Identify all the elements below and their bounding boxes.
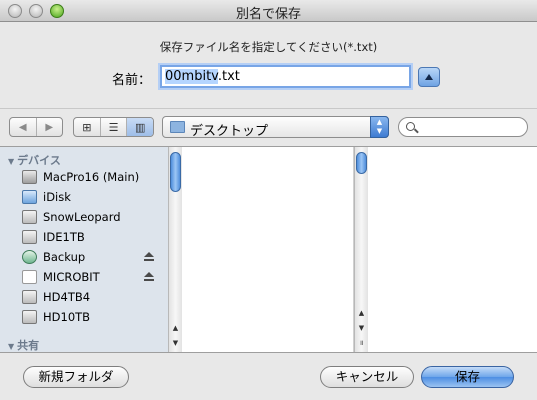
search-input[interactable] bbox=[419, 120, 519, 134]
hard-drive-icon bbox=[22, 290, 37, 304]
browser-toolbar: ◀ ▶ ⊞ ☰ ▥ デスクトップ ▲ ▼ bbox=[0, 108, 537, 146]
save-dialog-window: 別名で保存 保存ファイル名を指定してください(*.txt) 名前： 00mbit… bbox=[0, 0, 537, 400]
forward-button[interactable]: ▶ bbox=[37, 118, 63, 136]
eject-icon[interactable] bbox=[144, 252, 154, 262]
column-resize-handle-icon[interactable]: ॥ bbox=[355, 337, 368, 349]
collapse-browser-button[interactable] bbox=[418, 67, 440, 87]
search-field[interactable] bbox=[398, 117, 528, 137]
title-bar: 別名で保存 bbox=[0, 0, 537, 22]
column-1-scroll-thumb[interactable] bbox=[356, 152, 367, 174]
save-button[interactable]: 保存 bbox=[421, 366, 514, 388]
browser-column-2[interactable] bbox=[368, 147, 537, 352]
sidebar-item-label: iDisk bbox=[43, 190, 71, 204]
time-machine-icon bbox=[22, 250, 37, 264]
usb-drive-icon bbox=[22, 270, 37, 284]
eject-icon[interactable] bbox=[144, 272, 154, 282]
idisk-icon bbox=[22, 190, 37, 204]
sidebar-item-snowleopard[interactable]: SnowLeopard bbox=[22, 207, 162, 227]
browser-column-1[interactable] bbox=[182, 147, 354, 352]
file-browser: デバイス MacPro16 (Main) iDisk SnowLeopard I… bbox=[0, 146, 537, 353]
sidebar-item-label: IDE1TB bbox=[43, 230, 85, 244]
filename-area: 保存ファイル名を指定してください(*.txt) 名前： 00mbitv.txt bbox=[0, 23, 537, 103]
sidebar-item-label: MacPro16 (Main) bbox=[43, 170, 140, 184]
popup-arrows-icon: ▲ ▼ bbox=[370, 116, 389, 138]
filename-extension: .txt bbox=[217, 69, 240, 84]
new-folder-button[interactable]: 新規フォルダ bbox=[23, 366, 129, 388]
hard-drive-icon bbox=[22, 170, 37, 184]
search-icon bbox=[406, 122, 415, 131]
hard-drive-icon bbox=[22, 230, 37, 244]
column-view-icon[interactable]: ▥ bbox=[127, 118, 153, 136]
sidebar-item-label: SnowLeopard bbox=[43, 210, 121, 224]
back-forward-group: ◀ ▶ bbox=[9, 117, 63, 137]
dialog-buttons: 新規フォルダ キャンセル 保存 bbox=[0, 354, 537, 400]
sidebar-item-hd4tb4[interactable]: HD4TB4 bbox=[22, 287, 162, 307]
cancel-button[interactable]: キャンセル bbox=[320, 366, 414, 388]
icon-view-icon[interactable]: ⊞ bbox=[74, 118, 101, 136]
scroll-up-arrow-icon[interactable]: ▲ bbox=[169, 322, 182, 334]
sidebar-heading-shared[interactable]: 共有 bbox=[8, 337, 39, 352]
sidebar-item-microbit[interactable]: MICROBIT bbox=[22, 267, 162, 287]
sidebar-item-hd10tb[interactable]: HD10TB bbox=[22, 307, 162, 327]
list-view-icon[interactable]: ☰ bbox=[101, 118, 128, 136]
scroll-down-arrow-icon[interactable]: ▼ bbox=[169, 337, 182, 349]
sidebar-item-backup[interactable]: Backup bbox=[22, 247, 162, 267]
location-popup[interactable]: デスクトップ ▲ ▼ bbox=[162, 116, 389, 139]
folder-icon bbox=[170, 121, 185, 133]
save-prompt: 保存ファイル名を指定してください(*.txt) bbox=[159, 40, 378, 54]
sidebar-item-label: MICROBIT bbox=[43, 270, 100, 284]
scroll-up-arrow-icon[interactable]: ▲ bbox=[355, 307, 368, 319]
sidebar-item-label: HD4TB4 bbox=[43, 290, 91, 304]
sidebar-item-label: HD10TB bbox=[43, 310, 91, 324]
filename-field[interactable]: 00mbitv.txt bbox=[160, 65, 411, 88]
scroll-down-arrow-icon[interactable]: ▼ bbox=[355, 322, 368, 334]
filename-selected-text: 00mbitv bbox=[165, 69, 218, 84]
sidebar-item-label: Backup bbox=[43, 250, 86, 264]
hard-drive-icon bbox=[22, 310, 37, 324]
sidebar-scrollbar[interactable]: ▲ ▼ bbox=[168, 147, 182, 352]
window-title: 別名で保存 bbox=[235, 7, 301, 22]
location-label: デスクトップ bbox=[190, 124, 269, 139]
column-1-scrollbar[interactable]: ▲ ▼ ॥ bbox=[354, 147, 368, 352]
back-button[interactable]: ◀ bbox=[10, 118, 37, 136]
sidebar-heading-devices[interactable]: デバイス bbox=[8, 152, 61, 168]
sidebar-scroll-thumb[interactable] bbox=[170, 152, 181, 192]
sidebar-item-ide1tb[interactable]: IDE1TB bbox=[22, 227, 162, 247]
name-label: 名前： bbox=[112, 73, 152, 88]
sidebar: デバイス MacPro16 (Main) iDisk SnowLeopard I… bbox=[0, 147, 168, 352]
hard-drive-icon bbox=[22, 210, 37, 224]
sidebar-item-macpro16[interactable]: MacPro16 (Main) bbox=[22, 167, 162, 187]
view-mode-group: ⊞ ☰ ▥ bbox=[73, 117, 154, 137]
sidebar-item-idisk[interactable]: iDisk bbox=[22, 187, 162, 207]
